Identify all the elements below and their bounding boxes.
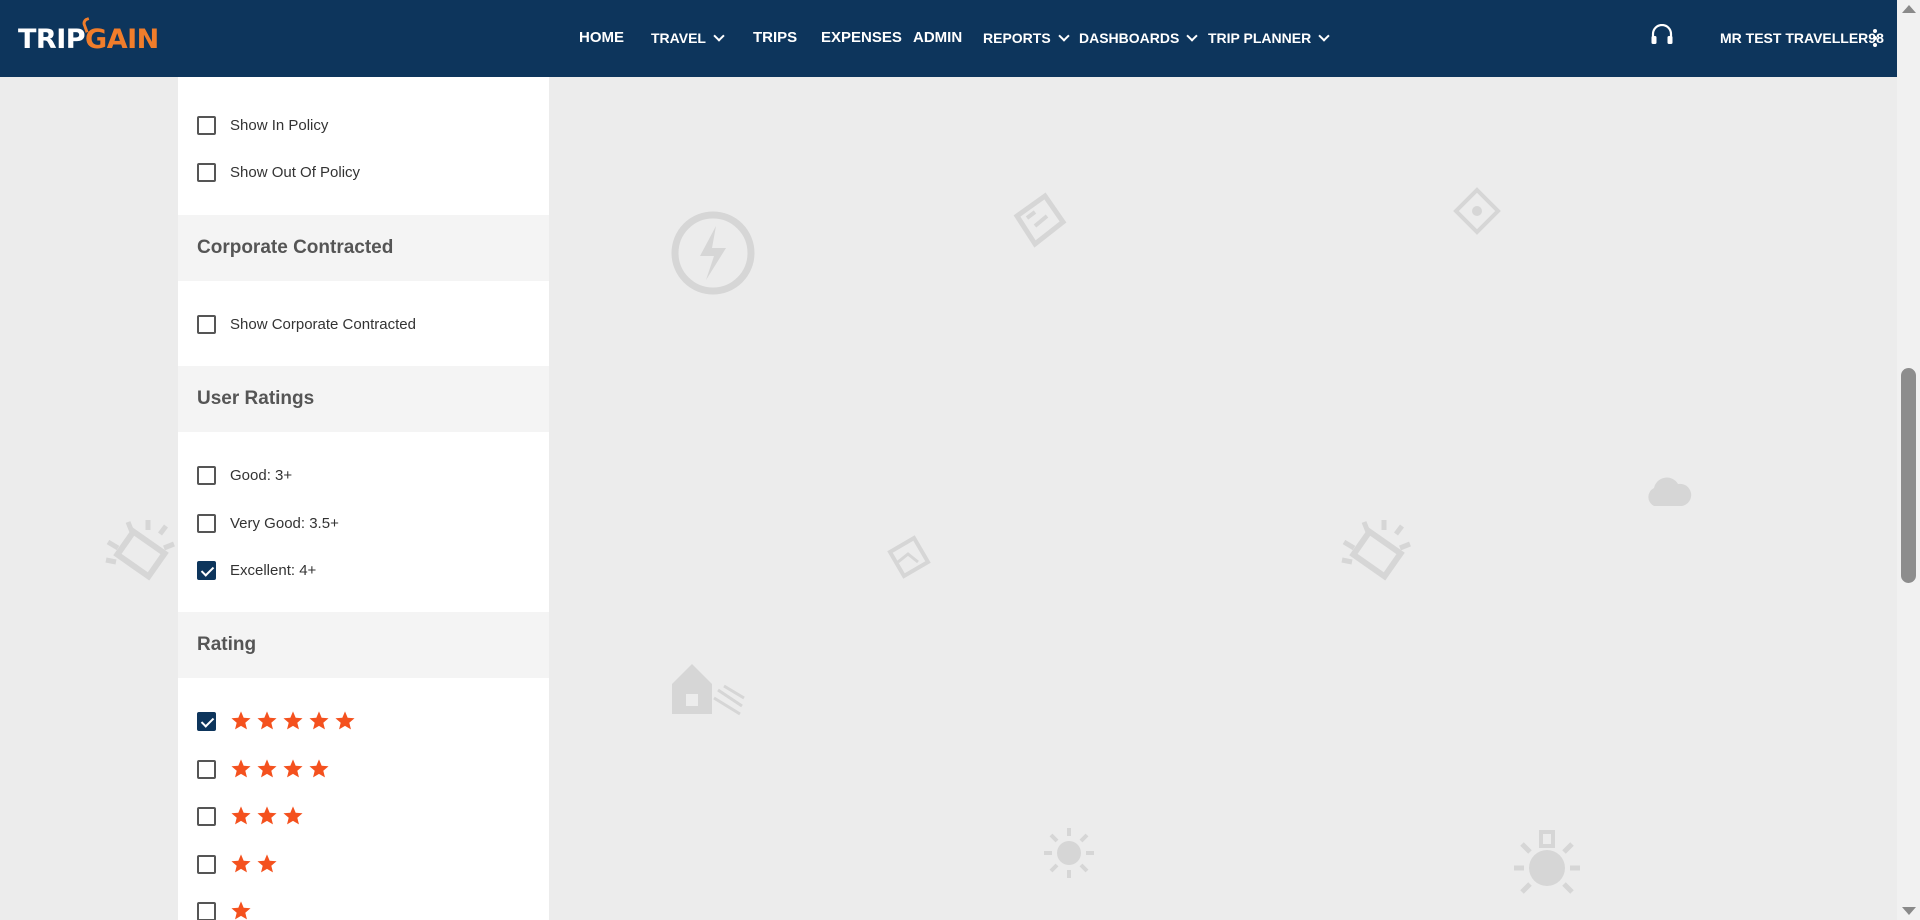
section-title-text: User Ratings	[197, 388, 315, 409]
checkbox-rating-5-star[interactable]	[197, 711, 216, 731]
ticket-icon	[1013, 192, 1067, 248]
nav-home-label: HOME	[579, 29, 624, 46]
star-group	[230, 805, 304, 827]
scroll-up-arrow-icon[interactable]	[1902, 5, 1916, 13]
main-nav: HOME TRAVEL TRIPS EXPENSES ADMIN REPORTS…	[0, 0, 1897, 77]
star-group	[230, 853, 278, 875]
nav-dashboards[interactable]: DASHBOARDS	[1079, 29, 1199, 46]
scroll-down-arrow-icon[interactable]	[1902, 907, 1916, 915]
house-icon	[672, 664, 745, 716]
filter-excellent-4-plus[interactable]: Excellent: 4+	[197, 559, 316, 581]
nav-trip-planner-label: TRIP PLANNER	[1208, 30, 1312, 46]
filter-rating-4-star[interactable]	[197, 758, 330, 780]
nav-travel[interactable]: TRAVEL	[651, 29, 725, 46]
nav-travel-label: TRAVEL	[651, 30, 706, 46]
option-label: Very Good: 3.5+	[230, 514, 339, 532]
chevron-down-icon	[1318, 29, 1330, 42]
option-label: Show Corporate Contracted	[230, 315, 416, 333]
star-icon	[257, 854, 277, 873]
scrollbar-thumb[interactable]	[1901, 368, 1916, 583]
filter-show-corporate-contracted[interactable]: Show Corporate Contracted	[197, 313, 416, 335]
nav-trips[interactable]: TRIPS	[753, 29, 797, 46]
user-name[interactable]: MR TEST TRAVELLER98	[1720, 30, 1884, 46]
star-icon	[231, 759, 251, 778]
checkbox-very-good-3-5-plus[interactable]	[197, 513, 216, 533]
filter-rating-3-star[interactable]	[197, 805, 304, 827]
section-title-corporate-contracted: Corporate Contracted	[178, 215, 549, 281]
chevron-down-icon	[1186, 29, 1199, 42]
star-icon	[309, 711, 329, 730]
checkbox-show-corporate-contracted[interactable]	[197, 314, 216, 334]
nav-admin-label: ADMIN	[913, 29, 963, 46]
diamond-icon	[1453, 187, 1501, 235]
filter-good-3-plus[interactable]: Good: 3+	[197, 464, 292, 486]
nav-dashboards-label: DASHBOARDS	[1079, 30, 1180, 46]
sun-chip-icon	[1341, 520, 1411, 581]
star-icon	[231, 806, 251, 825]
filter-very-good-3-5-plus[interactable]: Very Good: 3.5+	[197, 512, 339, 534]
checkbox-rating-4-star[interactable]	[197, 759, 216, 779]
cloud-icon	[1648, 477, 1692, 506]
filter-rating-2-star[interactable]	[197, 853, 278, 875]
star-group	[230, 758, 330, 780]
nav-reports-label: REPORTS	[983, 30, 1051, 46]
checkbox-rating-3-star[interactable]	[197, 806, 216, 826]
nav-trips-label: TRIPS	[753, 29, 798, 46]
nav-reports[interactable]: REPORTS	[983, 29, 1070, 46]
star-icon	[335, 711, 355, 730]
lightning-circle-icon	[671, 211, 755, 295]
filter-sidebar: Show In Policy Show Out Of Policy Corpor…	[178, 77, 549, 920]
sun-icon	[1044, 828, 1094, 878]
option-label: Excellent: 4+	[230, 561, 317, 579]
filter-rating-5-star[interactable]	[197, 710, 356, 732]
star-icon	[257, 759, 277, 778]
filter-rating-1-star[interactable]	[197, 900, 252, 920]
sun-chip-icon	[105, 520, 175, 581]
star-icon	[231, 854, 251, 873]
chevron-down-icon	[713, 29, 725, 42]
option-label: Show Out Of Policy	[230, 163, 361, 181]
kebab-menu-icon[interactable]	[1872, 29, 1878, 49]
nav-home[interactable]: HOME	[579, 29, 624, 46]
star-icon	[231, 901, 251, 920]
star-group	[230, 900, 252, 920]
checkbox-rating-1-star[interactable]	[197, 901, 216, 920]
option-label: Show In Policy	[230, 116, 329, 134]
chevron-down-icon	[1058, 29, 1070, 42]
star-icon	[257, 806, 277, 825]
checkbox-show-in-policy[interactable]	[197, 115, 216, 135]
filter-show-out-of-policy[interactable]: Show Out Of Policy	[197, 161, 360, 183]
page-scrollbar[interactable]	[1897, 0, 1920, 920]
option-label: Good: 3+	[230, 466, 293, 484]
star-icon	[283, 806, 303, 825]
photo-icon	[887, 535, 931, 579]
nav-admin[interactable]: ADMIN	[913, 29, 962, 46]
checkbox-good-3-plus[interactable]	[197, 465, 216, 485]
star-icon	[283, 759, 303, 778]
section-title-text: Rating	[197, 634, 257, 655]
top-nav-bar: TRIP GAIN HOME TRAVEL TRIPS EXPENSES ADMI…	[0, 0, 1897, 77]
checkbox-show-out-of-policy[interactable]	[197, 162, 216, 182]
nav-expenses-label: EXPENSES	[821, 29, 902, 46]
star-icon	[309, 759, 329, 778]
checkbox-rating-2-star[interactable]	[197, 854, 216, 874]
nav-trip-planner[interactable]: TRIP PLANNER	[1208, 29, 1330, 46]
checkbox-excellent-4-plus[interactable]	[197, 560, 216, 580]
star-icon	[231, 711, 251, 730]
section-title-rating: Rating	[178, 612, 549, 678]
filter-show-in-policy[interactable]: Show In Policy	[197, 114, 328, 136]
lamp-icon	[1514, 830, 1580, 894]
section-title-user-ratings: User Ratings	[178, 366, 549, 432]
headset-icon[interactable]	[1650, 24, 1674, 46]
star-icon	[257, 711, 277, 730]
star-group	[230, 710, 356, 732]
nav-expenses[interactable]: EXPENSES	[821, 29, 902, 46]
star-icon	[283, 711, 303, 730]
section-title-text: Corporate Contracted	[197, 237, 394, 258]
